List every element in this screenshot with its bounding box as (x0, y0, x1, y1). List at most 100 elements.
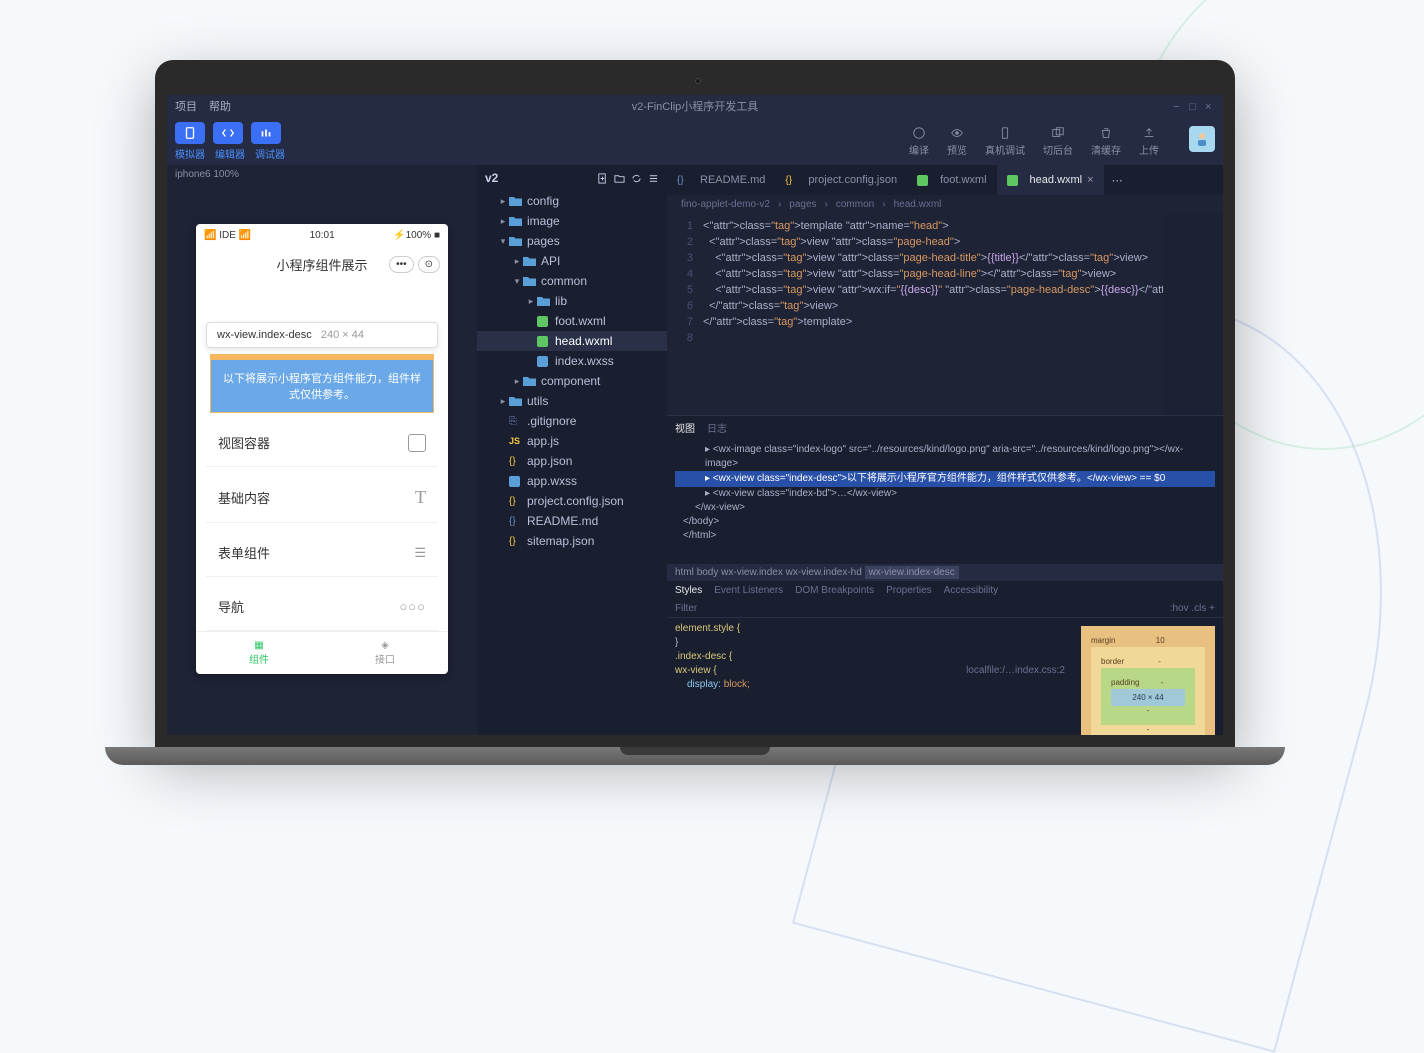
menu-item-navigation[interactable]: 导航○○○ (206, 583, 438, 631)
devtools-tab-view[interactable]: 视图 (675, 420, 695, 435)
collapse-icon[interactable] (648, 173, 659, 184)
toolbar: 模拟器 编辑器 调试器 编译 预览 真机调试 切后台 清缓存 上传 (167, 117, 1223, 165)
remote-debug-button[interactable]: 真机调试 (985, 126, 1025, 157)
editor-tab-foot-wxml[interactable]: foot.wxml (907, 165, 996, 195)
menu-project[interactable]: 项目 (175, 98, 197, 114)
editor-tab-README-md[interactable]: {}README.md (667, 165, 775, 195)
tree-item-foot-wxml[interactable]: foot.wxml (477, 311, 667, 331)
tree-item-utils[interactable]: ▸utils (477, 391, 667, 411)
phone-close-button[interactable]: ⊙ (418, 256, 440, 273)
window-maximize-icon[interactable]: □ (1189, 101, 1199, 111)
project-root[interactable]: v2 (485, 171, 498, 185)
debugger-toggle-button[interactable] (251, 122, 281, 144)
js-icon: JS (509, 436, 522, 446)
style-tab-event-listeners[interactable]: Event Listeners (714, 585, 783, 596)
text-icon: T (415, 487, 426, 508)
laptop-frame: 项目 帮助 v2-FinClip小程序开发工具 − □ × (155, 60, 1235, 765)
simulator-toggle-button[interactable] (175, 122, 205, 144)
window-minimize-icon[interactable]: − (1173, 101, 1183, 111)
list-icon: ☰ (414, 545, 426, 561)
compile-button[interactable]: 编译 (909, 126, 929, 157)
menu-item-form[interactable]: 表单组件☰ (206, 529, 438, 577)
tab-api[interactable]: ◈接口 (322, 632, 448, 674)
devtools-panel: 视图 日志 ▸ <wx-image class="index-logo" src… (667, 415, 1223, 735)
tree-item-pages[interactable]: ▾pages (477, 231, 667, 251)
wxml-icon (537, 316, 550, 327)
style-tab-styles[interactable]: Styles (675, 585, 702, 596)
tree-item-head-wxml[interactable]: head.wxml (477, 331, 667, 351)
editor-tab-project-config-json[interactable]: {}project.config.json (775, 165, 907, 195)
editor-toggle-button[interactable] (213, 122, 243, 144)
folder-icon (509, 396, 522, 407)
editor-panel: {}README.md{}project.config.jsonfoot.wxm… (667, 165, 1223, 735)
debugger-label: 调试器 (255, 146, 285, 161)
json-icon: {} (509, 496, 522, 507)
json-icon: {} (509, 536, 522, 547)
tab-component[interactable]: ▦组件 (196, 632, 322, 674)
folder-icon (509, 196, 522, 207)
tab-overflow-button[interactable]: ⋯ (1104, 165, 1131, 195)
elements-tree[interactable]: ▸ <wx-image class="index-logo" src="../r… (667, 439, 1223, 564)
window-close-icon[interactable]: × (1205, 101, 1215, 111)
avatar[interactable] (1189, 126, 1215, 152)
background-button[interactable]: 切后台 (1043, 126, 1073, 157)
menu-item-view-container[interactable]: 视图容器 (206, 419, 438, 467)
phone-status-left: 📶 IDE 📶 (204, 230, 251, 241)
menu-help[interactable]: 帮助 (209, 98, 231, 114)
tree-item-project-config-json[interactable]: {}project.config.json (477, 491, 667, 511)
elements-breadcrumb[interactable]: html body wx-view.index wx-view.index-hd… (667, 564, 1223, 581)
devtools-tab-log[interactable]: 日志 (707, 420, 727, 435)
style-tab-accessibility[interactable]: Accessibility (944, 585, 998, 596)
clear-cache-button[interactable]: 清缓存 (1091, 126, 1121, 157)
new-folder-icon[interactable] (614, 173, 625, 184)
container-icon (408, 434, 426, 452)
css-rules[interactable]: element.style {}.index-desc {</span></di… (667, 618, 1073, 735)
new-file-icon[interactable] (597, 173, 608, 184)
phone-more-button[interactable]: ••• (389, 256, 414, 273)
style-tab-properties[interactable]: Properties (886, 585, 932, 596)
wxml-icon (537, 336, 550, 347)
folder-icon (523, 376, 536, 387)
minimap[interactable] (1163, 214, 1223, 415)
style-tab-dom-breakpoints[interactable]: DOM Breakpoints (795, 585, 874, 596)
menu-item-basic-content[interactable]: 基础内容T (206, 473, 438, 523)
tree-item-app-json[interactable]: {}app.json (477, 451, 667, 471)
refresh-icon[interactable] (631, 173, 642, 184)
file-tree-panel: v2 ▸config▸image▾pages▸API▾common▸libfoo… (477, 165, 667, 735)
laptop-base (105, 747, 1285, 765)
styles-filter-input[interactable]: Filter (675, 603, 697, 614)
ide-screen: 项目 帮助 v2-FinClip小程序开发工具 − □ × (167, 95, 1223, 735)
tree-item-README-md[interactable]: {}README.md (477, 511, 667, 531)
tree-item-sitemap-json[interactable]: {}sitemap.json (477, 531, 667, 551)
folder-icon (523, 276, 536, 287)
json-icon: {} (509, 456, 522, 467)
component-icon: ▦ (196, 640, 322, 651)
tree-item-index-wxss[interactable]: index.wxss (477, 351, 667, 371)
breadcrumb[interactable]: fino-applet-demo-v2›pages›common›head.wx… (667, 195, 1223, 214)
tree-item-config[interactable]: ▸config (477, 191, 667, 211)
inspector-tooltip: wx-view.index-desc 240 × 44 (206, 322, 438, 348)
tree-item-image[interactable]: ▸image (477, 211, 667, 231)
api-icon: ◈ (322, 640, 448, 651)
tree-item-API[interactable]: ▸API (477, 251, 667, 271)
folder-icon (509, 216, 522, 227)
device-indicator[interactable]: iphone6 100% (167, 165, 477, 184)
highlighted-element[interactable]: 以下将展示小程序官方组件能力，组件样式仅供参考。 (210, 354, 434, 413)
tree-item--gitignore[interactable]: ⎘.gitignore (477, 411, 667, 431)
editor-tab-head-wxml[interactable]: head.wxml× (997, 165, 1104, 195)
tree-item-app-wxss[interactable]: app.wxss (477, 471, 667, 491)
tab-close-icon[interactable]: × (1087, 174, 1093, 186)
tree-item-component[interactable]: ▸component (477, 371, 667, 391)
window-title: v2-FinClip小程序开发工具 (632, 98, 759, 114)
tree-item-common[interactable]: ▾common (477, 271, 667, 291)
md-icon: {} (509, 516, 522, 527)
preview-button[interactable]: 预览 (947, 126, 967, 157)
tree-item-app-js[interactable]: JSapp.js (477, 431, 667, 451)
upload-button[interactable]: 上传 (1139, 126, 1159, 157)
box-model: margin 10 border - padding - 240 × 4 (1073, 618, 1223, 735)
tree-item-lib[interactable]: ▸lib (477, 291, 667, 311)
styles-hov-cls[interactable]: :hov .cls + (1170, 603, 1215, 614)
phone-status-time: 10:01 (310, 230, 335, 241)
code-editor[interactable]: 12345678 <"attr">class="tag">template "a… (667, 214, 1223, 415)
editor-label: 编辑器 (215, 146, 245, 161)
